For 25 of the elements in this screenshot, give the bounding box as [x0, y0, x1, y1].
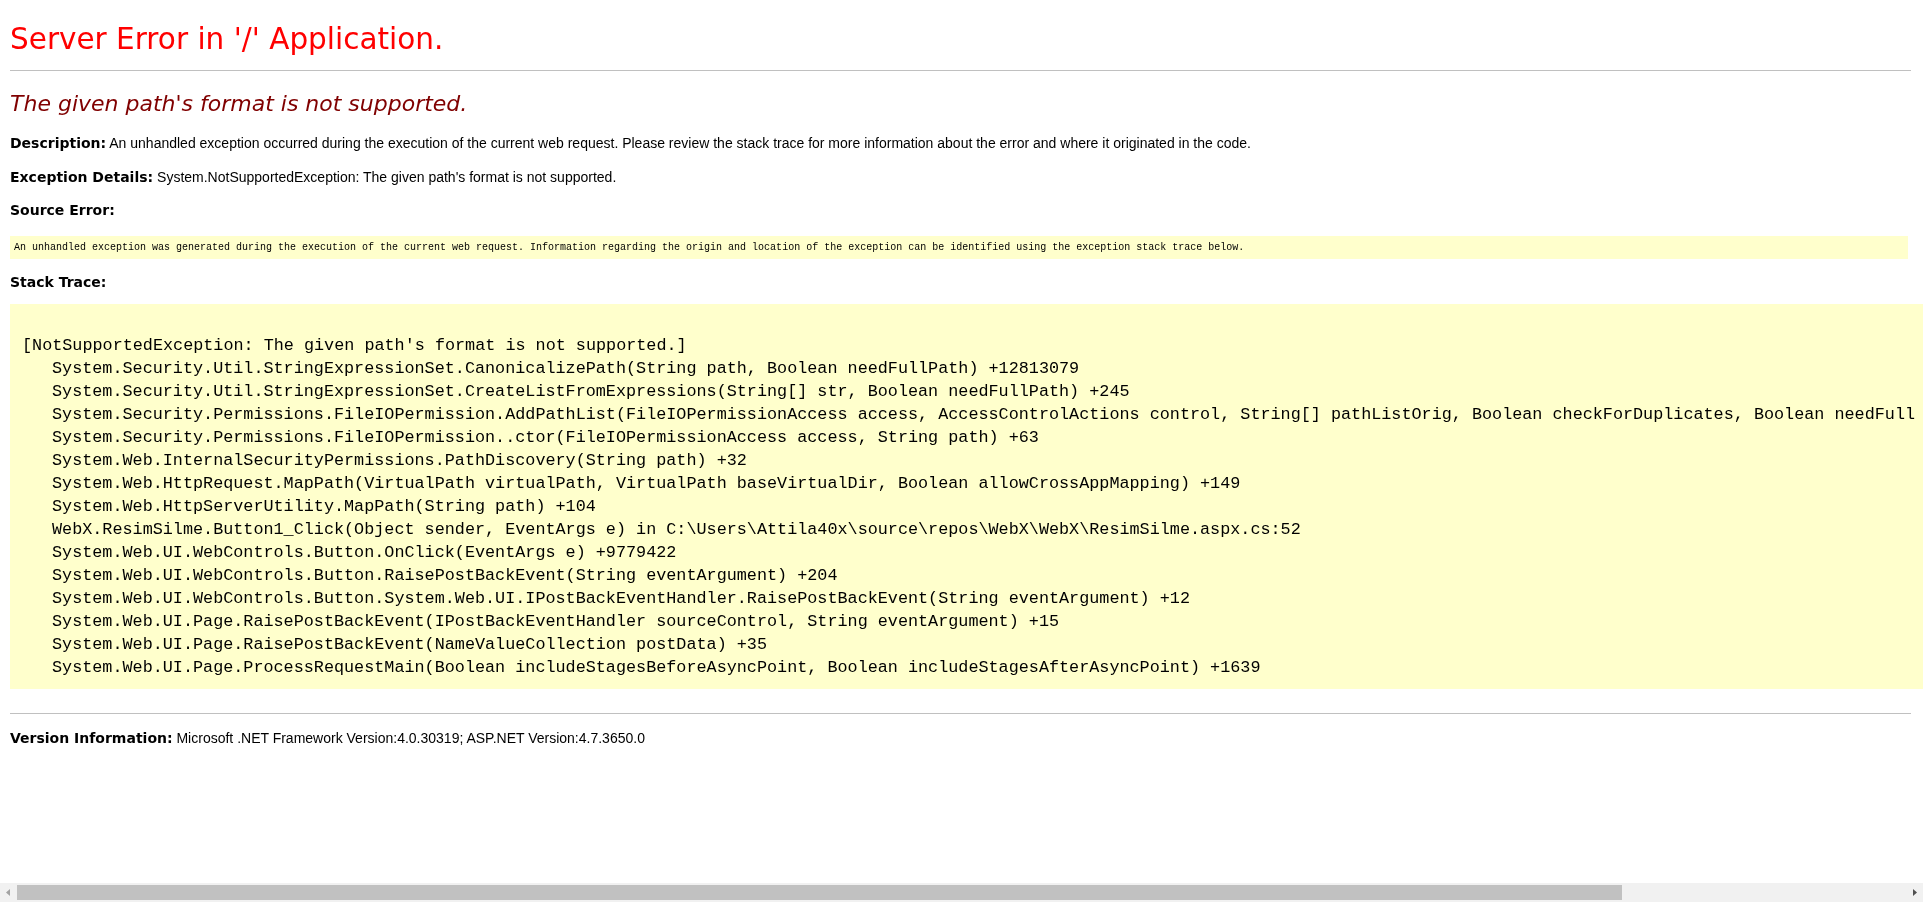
stack-frame: System.Web.HttpRequest.MapPath(VirtualPath virtualPath, VirtualPath baseVirtualDir, Boolean allowCrossAppMapping) +149	[52, 472, 1241, 495]
stack-frame: System.Web.HttpServerUtility.MapPath(String path) +104	[52, 495, 596, 518]
stack-frame: System.Security.Util.StringExpressionSet.CreateListFromExpressions(String[] str, Boolean needFullPath) +245	[52, 380, 1130, 403]
exception-line: [NotSupportedException: The given path's format is not supported.]	[22, 335, 687, 357]
stack-frame: System.Security.Permissions.FileIOPermission.AddPathList(FileIOPermissionAccess access, AccessControlActions control, String[] pathListOrig, Boolean checkForDuplicates, Boolean needFull	[52, 403, 1916, 426]
stack-frame: System.Web.UI.WebControls.Button.RaisePostBackEvent(String eventArgument) +204	[52, 564, 838, 587]
stack-frame: System.Web.UI.WebControls.Button.OnClick(EventArgs e) +9779422	[52, 541, 677, 564]
stack-frame: System.Web.UI.Page.RaisePostBackEvent(IPostBackEventHandler sourceControl, String eventArgument) +15	[52, 610, 1060, 633]
error-heading: The given path's format is not supported.	[10, 90, 468, 118]
stack-frame: WebX.ResimSilme.Button1_Click(Object sender, EventArgs e) in C:\Users\Attila40x\source\repos\WebX\WebX\ResimSilme.aspx.cs:52	[52, 518, 1301, 541]
stack-frame: System.Web.UI.WebControls.Button.System.Web.UI.IPostBackEventHandler.RaisePostBackEvent(String eventArgument) +12	[52, 587, 1190, 610]
stack-frame: System.Web.UI.Page.ProcessRequestMain(Boolean includeStagesBeforeAsyncPoint, Boolean includeStagesAfterAsyncPoint) +1639	[52, 656, 1261, 679]
stack-frame: System.Web.UI.Page.RaisePostBackEvent(NameValueCollection postData) +35	[52, 633, 767, 656]
source-error-label: Source Error:	[10, 201, 115, 220]
exception-details-text: Exception Details: System.NotSupportedException: The given path's format is not supported.	[10, 168, 618, 187]
scrollbar-thumb[interactable]	[17, 885, 1622, 900]
stack-frame: System.Web.InternalSecurityPermissions.PathDiscovery(String path) +32	[52, 449, 747, 472]
stack-frame: System.Security.Util.StringExpressionSet.CanonicalizePath(String path, Boolean needFullPath) +12813079	[52, 357, 1080, 380]
version-information-text: Version Information: Microsoft .NET Framework Version:4.0.30319; ASP.NET Version:4.7.3650.0	[10, 729, 646, 748]
page-title: Server Error in '/' Application.	[10, 21, 444, 58]
stack-trace-label: Stack Trace:	[10, 273, 107, 292]
source-error-text: An unhandled exception was generated during the execution of the current web request. Information regarding the origin and location of the exception can be identified using the exception stack trace below.	[10, 236, 1908, 259]
description-text: Description: An unhandled exception occurred during the execution of the current web request. Please review the stack trace for more information about the error and where it originated in the code.	[10, 134, 1252, 153]
stack-frame: System.Security.Permissions.FileIOPermission..ctor(FileIOPermissionAccess access, String path) +63	[52, 426, 1039, 449]
horizontal-scrollbar[interactable]	[0, 883, 1923, 902]
